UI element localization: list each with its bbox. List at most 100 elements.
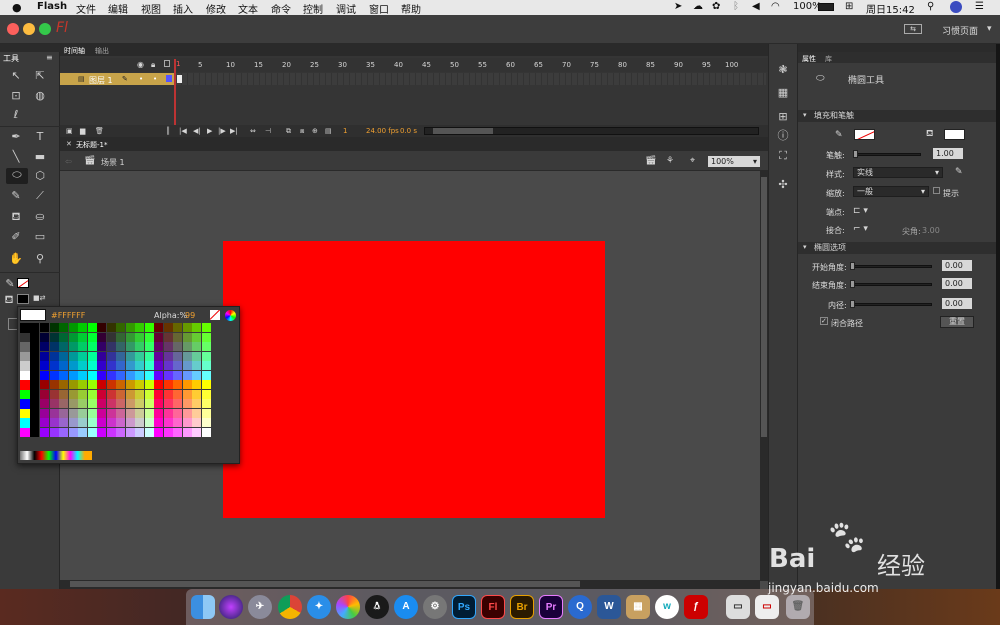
swatch-cell[interactable] (59, 332, 68, 342)
swatch-cell[interactable] (201, 380, 211, 389)
swatch-cell[interactable] (97, 351, 106, 361)
swatch-cell[interactable] (59, 351, 68, 361)
slider-knob[interactable] (850, 300, 855, 308)
preview-icon[interactable]: ▭ (726, 595, 750, 619)
cap-style-icon[interactable]: ⊏ ▾ (853, 206, 868, 216)
center-stage-icon[interactable]: ⌖ (690, 156, 695, 166)
play-icon[interactable]: ▶ (207, 127, 212, 135)
workspace-switcher[interactable]: 习惯页面 (942, 24, 978, 37)
last-frame-icon[interactable]: ▶| (230, 127, 238, 135)
swatch-cell[interactable] (192, 399, 201, 408)
text-tool-icon[interactable]: T (33, 130, 47, 144)
swatch-cell[interactable] (68, 332, 78, 342)
start-angle-value[interactable]: 0.00 (942, 260, 972, 271)
scroll-thumb[interactable] (433, 128, 493, 134)
layer-outline-color[interactable] (166, 75, 172, 82)
new-folder-icon[interactable]: ▆ (80, 127, 85, 135)
swatch-cell[interactable] (78, 399, 87, 408)
swatch-cell[interactable] (182, 418, 192, 427)
swatch-cell[interactable] (68, 418, 78, 427)
hex-value[interactable]: #FFFFFF (51, 311, 85, 320)
swatch-cell[interactable] (97, 408, 106, 418)
swatch-cell[interactable] (192, 370, 201, 380)
inner-radius-slider[interactable] (850, 303, 932, 306)
swatch-cell[interactable] (59, 370, 68, 380)
3d-rotation-icon[interactable]: ◍ (33, 89, 47, 103)
swatch-cell[interactable] (40, 418, 49, 427)
swatch-cell[interactable] (78, 342, 87, 351)
swatch-cell[interactable] (125, 408, 135, 418)
wechat-icon[interactable]: ✿ (712, 1, 720, 12)
swatch-cell[interactable] (68, 380, 78, 389)
scene-name[interactable]: 场景 1 (101, 157, 125, 168)
battery-icon[interactable] (818, 3, 834, 11)
swatch-cell[interactable] (135, 399, 144, 408)
swatch-cell[interactable] (135, 361, 144, 370)
swatch-cell[interactable] (182, 361, 192, 370)
swatch-cell[interactable] (125, 427, 135, 437)
swatch-cell[interactable] (40, 380, 49, 389)
swatch-cell[interactable] (192, 361, 201, 370)
swatch-cell[interactable] (116, 427, 125, 437)
swatch-cell[interactable] (87, 380, 97, 389)
rectangle-tool-icon[interactable]: ▬ (33, 150, 47, 164)
ink-bottle-icon[interactable]: ⛀ (33, 210, 47, 224)
swatch-cell[interactable] (29, 427, 39, 437)
swatch-cell[interactable] (29, 351, 39, 361)
stroke-value[interactable]: 1.00 (933, 148, 963, 159)
swatch-cell[interactable] (29, 380, 39, 390)
swatch-cell[interactable] (135, 408, 144, 418)
swatch-cell[interactable] (106, 380, 116, 389)
swatch-cell[interactable] (87, 342, 97, 351)
swatch-cell[interactable] (87, 332, 97, 342)
align-panel-icon[interactable]: ⊞ (776, 110, 790, 124)
swatch-cell[interactable] (182, 380, 192, 389)
stroke-color-chip[interactable] (854, 129, 875, 140)
swatch-cell[interactable] (29, 342, 39, 352)
clock[interactable]: 周日15:42 (866, 1, 915, 16)
menu-modify[interactable]: 修改 (206, 1, 226, 16)
swatch-cell[interactable] (173, 332, 182, 342)
swatch-cell[interactable] (106, 418, 116, 427)
swatch-cell[interactable] (163, 389, 173, 399)
swatch-cell[interactable] (182, 370, 192, 380)
swatch-cell[interactable] (173, 351, 182, 361)
onion-skin-icon[interactable]: ⧉ (286, 127, 291, 136)
swatch-cell[interactable] (125, 342, 135, 351)
swatch-cell[interactable] (173, 389, 182, 399)
swatch-cell[interactable] (154, 351, 163, 361)
swatch-cell[interactable] (173, 342, 182, 351)
swatch-cell[interactable] (29, 389, 39, 399)
swatch-cell[interactable] (173, 380, 182, 389)
flashplayer-icon[interactable]: ƒ (684, 595, 708, 619)
menu-file[interactable]: 文件 (76, 1, 96, 16)
photoshop-icon[interactable]: Ps (452, 595, 476, 619)
zoom-select[interactable]: 100% ▾ (708, 156, 760, 167)
subselection-tool-icon[interactable]: ⇱ (33, 69, 47, 83)
swatch-cell[interactable] (49, 323, 59, 332)
swatch-cell[interactable] (144, 361, 154, 370)
join-style-icon[interactable]: ⌐ ▾ (853, 224, 868, 234)
swatch-cell[interactable] (125, 332, 135, 342)
swatch-cell[interactable] (49, 399, 59, 408)
swatch-cell[interactable] (154, 370, 163, 380)
swatch-cell[interactable] (78, 427, 87, 437)
swatch-cell[interactable] (163, 408, 173, 418)
swatch-cell[interactable] (40, 427, 49, 437)
edit-symbols-icon[interactable]: ⚘ (666, 156, 674, 166)
start-angle-slider[interactable] (850, 265, 932, 268)
swatch-cell[interactable] (125, 399, 135, 408)
swatch-cell[interactable] (29, 399, 39, 409)
swatch-cell[interactable] (144, 351, 154, 361)
swatch-cell[interactable] (201, 342, 211, 351)
swatch-cell[interactable] (40, 351, 49, 361)
stroke-color-swatch[interactable] (17, 278, 29, 288)
swatch-cell[interactable] (49, 418, 59, 427)
tools-panel-grip[interactable] (0, 44, 60, 52)
wps-icon[interactable]: w (655, 595, 679, 619)
swatch-cell[interactable] (49, 332, 59, 342)
swatch-cell[interactable] (163, 361, 173, 370)
swatch-cell[interactable] (173, 323, 182, 332)
menu-insert[interactable]: 插入 (173, 1, 193, 16)
reset-button[interactable]: 重置 (940, 316, 974, 328)
